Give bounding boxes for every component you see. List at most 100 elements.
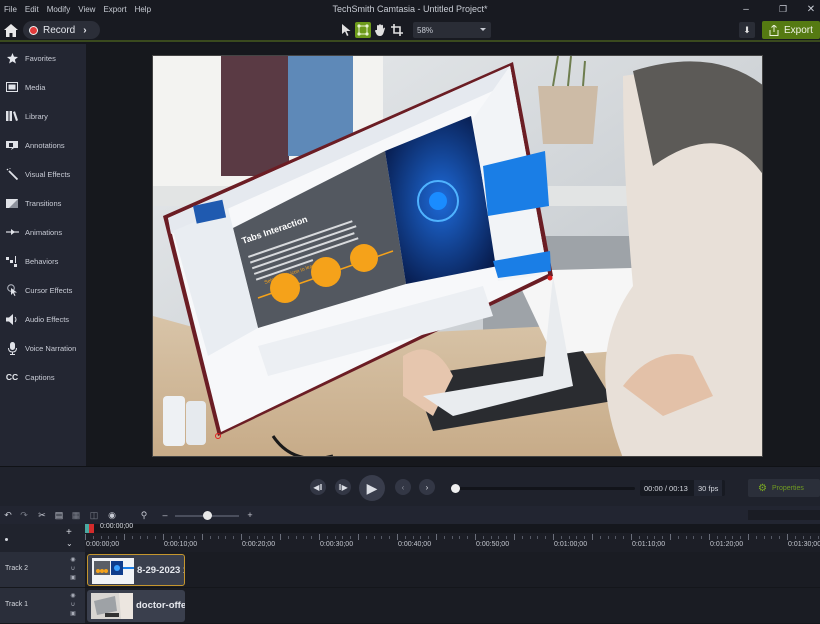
current-time: 00:00 / 00:13 — [644, 483, 688, 493]
magnet-icon[interactable]: ∪ — [71, 565, 75, 572]
menu-help[interactable]: Help — [131, 5, 155, 14]
ruler-tick — [288, 536, 289, 539]
sidebar-item-library[interactable]: Library — [0, 105, 86, 127]
ruler-tick — [241, 534, 242, 540]
ruler-tick — [530, 536, 531, 539]
sidebar-item-annotations[interactable]: Annotations — [0, 134, 86, 156]
snapshot-button[interactable]: ◉ — [106, 509, 118, 521]
collapse-tracks-button[interactable]: ⌄ — [66, 539, 73, 548]
undo-button[interactable]: ↶ — [2, 509, 14, 521]
zoom-in-button[interactable]: + — [244, 509, 256, 521]
arrow-select-tool[interactable] — [338, 22, 354, 38]
ruler-tick — [218, 536, 219, 539]
play-button[interactable]: ▶ — [359, 475, 385, 501]
track-header-1[interactable]: Track 1 ◉ ∪ ▣ — [0, 588, 85, 624]
timeline-scroll-area[interactable] — [748, 510, 820, 520]
redo-button[interactable]: ↷ — [18, 509, 30, 521]
sidebar-item-voice-narration[interactable]: Voice Narration — [0, 337, 86, 359]
scrubber-track[interactable] — [455, 487, 635, 490]
ruler-tick — [420, 536, 421, 539]
redo-icon: ↷ — [20, 509, 28, 520]
split-button[interactable]: ◫ — [88, 509, 100, 521]
sidebar-item-behaviors[interactable]: Behaviors — [0, 250, 86, 272]
ruler-tick — [210, 536, 211, 539]
scrubber-handle[interactable] — [451, 484, 460, 493]
ruler-tick — [108, 536, 109, 539]
timeline-ruler[interactable]: 0:00:00;00 0:00:10;00 0:00:20;00 0:00:30;00… — [85, 524, 820, 552]
zoom-level-dropdown[interactable]: 58% — [413, 22, 491, 38]
sidebar-item-media[interactable]: Media — [0, 76, 86, 98]
clip-label: 8-29-2023 1 — [137, 565, 185, 576]
track-lane-2: 8-29-2023 1 — [85, 552, 820, 588]
selection-handle[interactable] — [547, 275, 553, 281]
sidebar-item-audio-effects[interactable]: Audio Effects — [0, 308, 86, 330]
ruler-tick — [202, 534, 203, 540]
menu-export[interactable]: Export — [99, 5, 130, 14]
video-preview-canvas[interactable]: Tabs Interaction Select each icon to lea… — [152, 55, 763, 457]
ruler-tick — [171, 536, 172, 539]
record-button[interactable]: Record › — [23, 21, 100, 39]
menu-file[interactable]: File — [0, 5, 21, 14]
restore-button[interactable]: ❐ — [770, 0, 796, 18]
crop-tool[interactable] — [389, 22, 405, 38]
timeline-zoom-handle[interactable] — [203, 511, 212, 520]
close-icon: ✕ — [806, 3, 816, 15]
zoom-out-button[interactable]: – — [159, 509, 171, 521]
zoom-timeline-button[interactable]: ⚲ — [138, 509, 150, 521]
lock-icon[interactable]: ▣ — [70, 574, 76, 581]
ruler-tick — [545, 536, 546, 539]
ruler-tick — [795, 536, 796, 539]
ruler-tick — [608, 536, 609, 539]
ruler-tick — [818, 536, 819, 539]
track-header-2[interactable]: Track 2 ◉ ∪ ▣ — [0, 552, 85, 588]
ruler-tick — [725, 536, 726, 539]
ruler-top-strip — [85, 524, 820, 533]
properties-button[interactable]: ⚙ Properties — [748, 479, 820, 497]
ruler-tick — [764, 536, 765, 539]
ruler-tick — [631, 534, 632, 540]
menu-view[interactable]: View — [74, 5, 99, 14]
scissors-icon: ✂ — [38, 509, 46, 520]
track-height-handle[interactable] — [5, 538, 8, 541]
playhead[interactable] — [89, 524, 94, 533]
ruler-tick — [257, 536, 258, 539]
minimize-button[interactable]: – — [733, 0, 759, 18]
step-back-button[interactable]: ◀‖ — [310, 479, 326, 495]
next-marker-button[interactable]: › — [419, 479, 435, 495]
pan-hand-tool[interactable] — [372, 22, 388, 38]
eye-icon[interactable]: ◉ — [70, 556, 75, 563]
menu-edit[interactable]: Edit — [21, 5, 43, 14]
sidebar-item-animations[interactable]: Animations — [0, 221, 86, 243]
sidebar-item-visual-effects[interactable]: Visual Effects — [0, 163, 86, 185]
sidebar-item-captions[interactable]: CC Captions — [0, 366, 86, 388]
ruler-tick — [654, 536, 655, 539]
add-track-button[interactable]: + — [66, 527, 72, 538]
step-forward-button[interactable]: ‖▶ — [335, 479, 351, 495]
crop-frame-tool[interactable] — [355, 22, 371, 38]
paste-button[interactable]: ▦ — [70, 509, 82, 521]
cut-button[interactable]: ✂ — [36, 509, 48, 521]
export-button[interactable]: Export — [762, 21, 820, 39]
plus-icon: + — [247, 510, 253, 520]
sidebar-item-favorites[interactable]: Favorites — [0, 47, 86, 69]
transition-icon — [0, 198, 24, 208]
sidebar-item-cursor-effects[interactable]: Cursor Effects — [0, 279, 86, 301]
close-button[interactable]: ✕ — [798, 0, 820, 18]
ruler-tick — [327, 536, 328, 539]
magnet-icon[interactable]: ∪ — [71, 601, 75, 608]
sidebar-item-transitions[interactable]: Transitions — [0, 192, 86, 214]
ruler-tick — [452, 536, 453, 539]
ruler-label: 0:00:10;00 — [164, 541, 198, 548]
menu-modify[interactable]: Modify — [43, 5, 75, 14]
media-clip[interactable]: doctor-offe — [87, 590, 185, 622]
ruler-tick — [756, 536, 757, 539]
lock-icon[interactable]: ▣ — [70, 610, 76, 617]
previous-marker-button[interactable]: ‹ — [395, 479, 411, 495]
media-clip[interactable]: 8-29-2023 1 — [87, 554, 185, 586]
chevron-down-icon — [480, 28, 486, 31]
download-button[interactable]: ⬇ — [739, 22, 755, 38]
eye-icon[interactable]: ◉ — [70, 592, 75, 599]
step-forward-icon: ‖▶ — [338, 482, 348, 492]
copy-button[interactable]: ▤ — [53, 509, 65, 521]
home-button[interactable] — [3, 22, 19, 38]
